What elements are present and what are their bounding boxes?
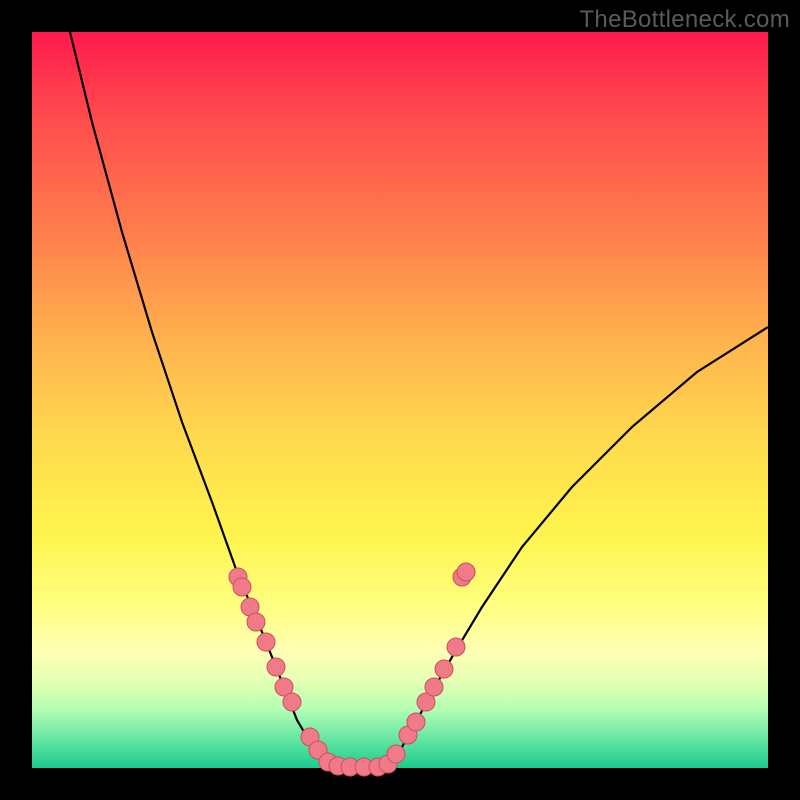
data-point [283,693,301,711]
bottleneck-curve [70,32,768,767]
chart-frame: TheBottleneck.com [0,0,800,800]
data-point [247,613,265,631]
chart-svg [32,32,768,768]
data-point [447,638,465,656]
data-point [257,633,275,651]
data-point [233,578,251,596]
data-point [425,678,443,696]
data-point [435,660,453,678]
data-point [387,745,405,763]
data-point [457,563,475,581]
watermark-text: TheBottleneck.com [579,6,790,34]
data-point [267,658,285,676]
data-points-group [229,563,475,776]
data-point [407,713,425,731]
